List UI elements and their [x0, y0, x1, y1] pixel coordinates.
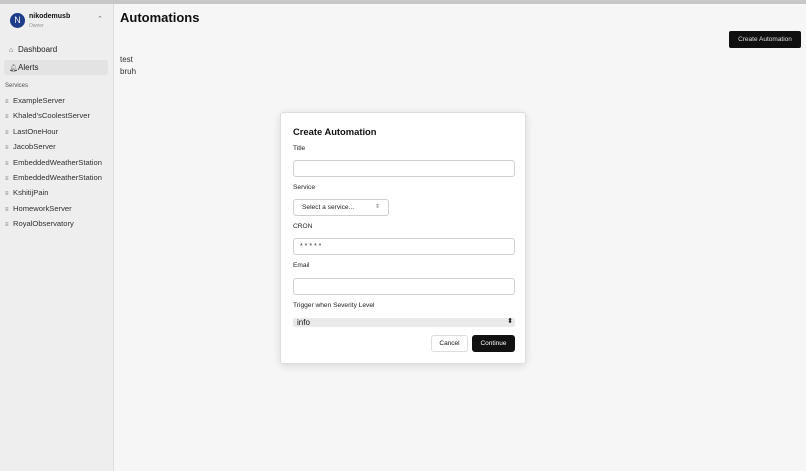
service-select-value: Select a service... — [302, 204, 355, 211]
select-arrows-icon: ⬍ — [507, 318, 513, 325]
cron-input[interactable] — [293, 238, 515, 255]
chevron-updown-icon: ⇕ — [374, 204, 380, 210]
continue-button[interactable]: Continue — [472, 335, 515, 352]
service-select[interactable]: Select a service... ⇕ — [293, 199, 389, 216]
title-label: Title — [293, 145, 306, 152]
severity-select[interactable]: info ⬍ — [293, 318, 515, 327]
cron-label: CRON — [293, 223, 313, 230]
dialog-title: Create Automation — [293, 126, 377, 137]
service-label: Service — [293, 184, 315, 191]
cancel-button[interactable]: Cancel — [431, 335, 468, 352]
severity-select-value: info — [297, 318, 310, 327]
email-input[interactable] — [293, 278, 515, 295]
create-automation-dialog: Create Automation Title Service Select a… — [280, 112, 526, 364]
severity-label: Trigger when Severity Level — [293, 302, 375, 309]
title-input[interactable] — [293, 160, 515, 177]
email-label: Email — [293, 262, 310, 269]
